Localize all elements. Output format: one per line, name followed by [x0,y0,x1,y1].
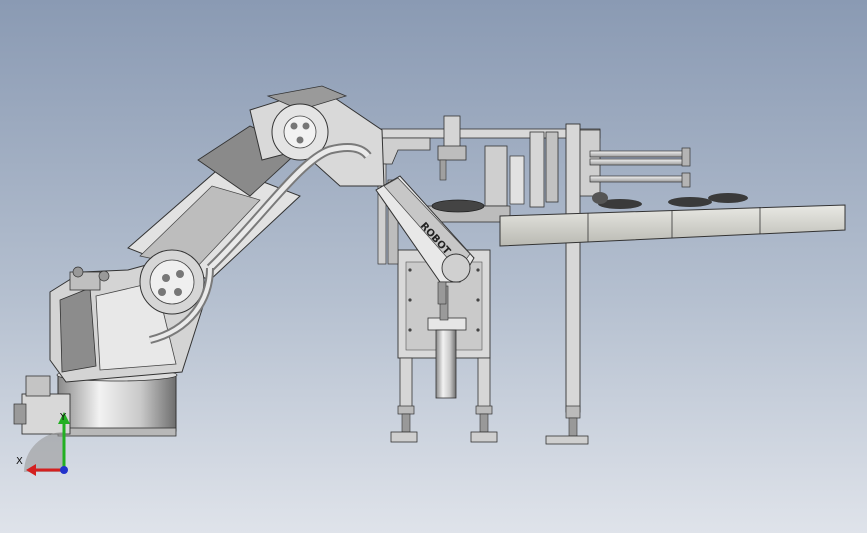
z-axis-dot [60,466,68,474]
assembly-scene[interactable]: ROBOT [0,0,867,533]
y-axis-label: Y [60,412,67,423]
feeder-station[interactable] [377,115,691,445]
cad-viewport[interactable]: ROBOT X Y [0,0,867,533]
x-axis-label: X [16,456,23,467]
